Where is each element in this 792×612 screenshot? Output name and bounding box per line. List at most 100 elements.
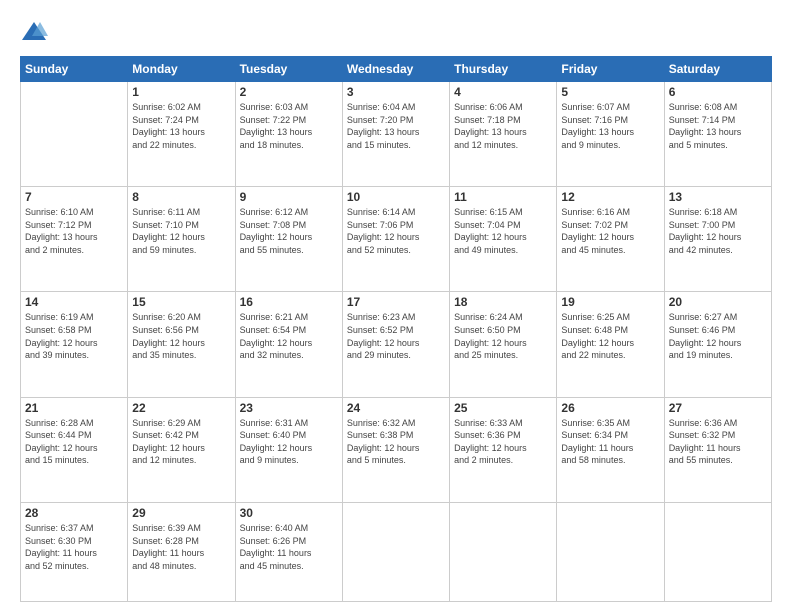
calendar-cell: 14Sunrise: 6:19 AM Sunset: 6:58 PM Dayli… bbox=[21, 292, 128, 397]
calendar-cell: 17 Sunrise: 6:23 AM Sunset: 6:52 PM Dayli… bbox=[342, 292, 449, 397]
weekday-header-sunday: Sunday bbox=[21, 57, 128, 82]
day-number: 8 bbox=[132, 190, 230, 204]
day-info: Sunrise: 6:23 AM Sunset: 6:52 PM Dayligh… bbox=[347, 311, 445, 361]
calendar-cell: 2 Sunrise: 6:03 AM Sunset: 7:22 PM Daylig… bbox=[235, 82, 342, 187]
day-number: 16 bbox=[240, 295, 338, 309]
day-info: Sunrise: 6:11 AM Sunset: 7:10 PM Dayligh… bbox=[132, 206, 230, 256]
day-info: Sunrise: 6:03 AM Sunset: 7:22 PM Dayligh… bbox=[240, 101, 338, 151]
day-info: Sunrise: 6:33 AM Sunset: 6:36 PM Dayligh… bbox=[454, 417, 552, 467]
day-number: 27 bbox=[669, 401, 767, 415]
day-number: 23 bbox=[240, 401, 338, 415]
day-info: Sunrise: 6:28 AM Sunset: 6:44 PM Dayligh… bbox=[25, 417, 123, 467]
logo-icon bbox=[20, 18, 48, 46]
day-number: 4 bbox=[454, 85, 552, 99]
logo bbox=[20, 18, 52, 46]
calendar-cell: 23 Sunrise: 6:31 AM Sunset: 6:40 PM Dayli… bbox=[235, 397, 342, 502]
calendar-cell: 7 Sunrise: 6:10 AM Sunset: 7:12 PM Daylig… bbox=[21, 187, 128, 292]
calendar-cell: 9 Sunrise: 6:12 AM Sunset: 7:08 PM Daylig… bbox=[235, 187, 342, 292]
day-info: Sunrise: 6:16 AM Sunset: 7:02 PM Dayligh… bbox=[561, 206, 659, 256]
day-info: Sunrise: 6:21 AM Sunset: 6:54 PM Dayligh… bbox=[240, 311, 338, 361]
calendar-cell bbox=[557, 502, 664, 601]
calendar-cell: 25 Sunrise: 6:33 AM Sunset: 6:36 PM Dayli… bbox=[450, 397, 557, 502]
calendar-week-row: 14Sunrise: 6:19 AM Sunset: 6:58 PM Dayli… bbox=[21, 292, 772, 397]
weekday-header-tuesday: Tuesday bbox=[235, 57, 342, 82]
day-number: 14 bbox=[25, 295, 123, 309]
weekday-header-friday: Friday bbox=[557, 57, 664, 82]
day-number: 7 bbox=[25, 190, 123, 204]
day-number: 29 bbox=[132, 506, 230, 520]
day-info: Sunrise: 6:02 AM Sunset: 7:24 PM Dayligh… bbox=[132, 101, 230, 151]
day-info: Sunrise: 6:35 AM Sunset: 6:34 PM Dayligh… bbox=[561, 417, 659, 467]
calendar-cell: 18 Sunrise: 6:24 AM Sunset: 6:50 PM Dayli… bbox=[450, 292, 557, 397]
calendar-cell: 6 Sunrise: 6:08 AM Sunset: 7:14 PM Daylig… bbox=[664, 82, 771, 187]
day-info: Sunrise: 6:08 AM Sunset: 7:14 PM Dayligh… bbox=[669, 101, 767, 151]
calendar-cell: 8 Sunrise: 6:11 AM Sunset: 7:10 PM Daylig… bbox=[128, 187, 235, 292]
day-number: 2 bbox=[240, 85, 338, 99]
day-number: 5 bbox=[561, 85, 659, 99]
calendar-cell bbox=[21, 82, 128, 187]
day-info: Sunrise: 6:04 AM Sunset: 7:20 PM Dayligh… bbox=[347, 101, 445, 151]
day-number: 24 bbox=[347, 401, 445, 415]
day-number: 1 bbox=[132, 85, 230, 99]
calendar-cell: 28Sunrise: 6:37 AM Sunset: 6:30 PM Dayli… bbox=[21, 502, 128, 601]
day-number: 13 bbox=[669, 190, 767, 204]
day-info: Sunrise: 6:32 AM Sunset: 6:38 PM Dayligh… bbox=[347, 417, 445, 467]
calendar-cell: 1 Sunrise: 6:02 AM Sunset: 7:24 PM Daylig… bbox=[128, 82, 235, 187]
day-info: Sunrise: 6:27 AM Sunset: 6:46 PM Dayligh… bbox=[669, 311, 767, 361]
day-number: 18 bbox=[454, 295, 552, 309]
weekday-header-thursday: Thursday bbox=[450, 57, 557, 82]
calendar-cell bbox=[450, 502, 557, 601]
day-info: Sunrise: 6:18 AM Sunset: 7:00 PM Dayligh… bbox=[669, 206, 767, 256]
day-number: 20 bbox=[669, 295, 767, 309]
day-info: Sunrise: 6:06 AM Sunset: 7:18 PM Dayligh… bbox=[454, 101, 552, 151]
day-number: 26 bbox=[561, 401, 659, 415]
calendar-week-row: 28Sunrise: 6:37 AM Sunset: 6:30 PM Dayli… bbox=[21, 502, 772, 601]
calendar-cell: 20 Sunrise: 6:27 AM Sunset: 6:46 PM Dayli… bbox=[664, 292, 771, 397]
calendar-cell: 4 Sunrise: 6:06 AM Sunset: 7:18 PM Daylig… bbox=[450, 82, 557, 187]
day-number: 6 bbox=[669, 85, 767, 99]
calendar-cell: 22Sunrise: 6:29 AM Sunset: 6:42 PM Dayli… bbox=[128, 397, 235, 502]
day-number: 25 bbox=[454, 401, 552, 415]
calendar-cell: 24 Sunrise: 6:32 AM Sunset: 6:38 PM Dayli… bbox=[342, 397, 449, 502]
day-info: Sunrise: 6:39 AM Sunset: 6:28 PM Dayligh… bbox=[132, 522, 230, 572]
day-info: Sunrise: 6:37 AM Sunset: 6:30 PM Dayligh… bbox=[25, 522, 123, 572]
calendar-week-row: 1 Sunrise: 6:02 AM Sunset: 7:24 PM Daylig… bbox=[21, 82, 772, 187]
calendar-cell: 21 Sunrise: 6:28 AM Sunset: 6:44 PM Dayli… bbox=[21, 397, 128, 502]
calendar-cell: 5 Sunrise: 6:07 AM Sunset: 7:16 PM Daylig… bbox=[557, 82, 664, 187]
day-number: 21 bbox=[25, 401, 123, 415]
calendar-week-row: 7 Sunrise: 6:10 AM Sunset: 7:12 PM Daylig… bbox=[21, 187, 772, 292]
calendar-table: SundayMondayTuesdayWednesdayThursdayFrid… bbox=[20, 56, 772, 602]
day-info: Sunrise: 6:31 AM Sunset: 6:40 PM Dayligh… bbox=[240, 417, 338, 467]
calendar-cell: 16 Sunrise: 6:21 AM Sunset: 6:54 PM Dayli… bbox=[235, 292, 342, 397]
calendar-cell bbox=[342, 502, 449, 601]
day-number: 15 bbox=[132, 295, 230, 309]
day-info: Sunrise: 6:40 AM Sunset: 6:26 PM Dayligh… bbox=[240, 522, 338, 572]
day-number: 22 bbox=[132, 401, 230, 415]
calendar-cell: 19 Sunrise: 6:25 AM Sunset: 6:48 PM Dayli… bbox=[557, 292, 664, 397]
day-number: 17 bbox=[347, 295, 445, 309]
calendar-cell: 29 Sunrise: 6:39 AM Sunset: 6:28 PM Dayli… bbox=[128, 502, 235, 601]
calendar-cell: 27Sunrise: 6:36 AM Sunset: 6:32 PM Dayli… bbox=[664, 397, 771, 502]
day-info: Sunrise: 6:14 AM Sunset: 7:06 PM Dayligh… bbox=[347, 206, 445, 256]
day-number: 9 bbox=[240, 190, 338, 204]
calendar-cell: 13 Sunrise: 6:18 AM Sunset: 7:00 PM Dayli… bbox=[664, 187, 771, 292]
day-info: Sunrise: 6:24 AM Sunset: 6:50 PM Dayligh… bbox=[454, 311, 552, 361]
day-info: Sunrise: 6:25 AM Sunset: 6:48 PM Dayligh… bbox=[561, 311, 659, 361]
calendar-cell: 26 Sunrise: 6:35 AM Sunset: 6:34 PM Dayli… bbox=[557, 397, 664, 502]
day-info: Sunrise: 6:07 AM Sunset: 7:16 PM Dayligh… bbox=[561, 101, 659, 151]
day-number: 12 bbox=[561, 190, 659, 204]
weekday-header-wednesday: Wednesday bbox=[342, 57, 449, 82]
weekday-header-row: SundayMondayTuesdayWednesdayThursdayFrid… bbox=[21, 57, 772, 82]
calendar-week-row: 21 Sunrise: 6:28 AM Sunset: 6:44 PM Dayli… bbox=[21, 397, 772, 502]
day-number: 3 bbox=[347, 85, 445, 99]
day-number: 19 bbox=[561, 295, 659, 309]
day-info: Sunrise: 6:10 AM Sunset: 7:12 PM Dayligh… bbox=[25, 206, 123, 256]
page-header bbox=[20, 18, 772, 46]
day-number: 10 bbox=[347, 190, 445, 204]
day-info: Sunrise: 6:12 AM Sunset: 7:08 PM Dayligh… bbox=[240, 206, 338, 256]
calendar-cell: 15Sunrise: 6:20 AM Sunset: 6:56 PM Dayli… bbox=[128, 292, 235, 397]
weekday-header-saturday: Saturday bbox=[664, 57, 771, 82]
calendar-cell: 12 Sunrise: 6:16 AM Sunset: 7:02 PM Dayli… bbox=[557, 187, 664, 292]
day-info: Sunrise: 6:15 AM Sunset: 7:04 PM Dayligh… bbox=[454, 206, 552, 256]
day-number: 11 bbox=[454, 190, 552, 204]
